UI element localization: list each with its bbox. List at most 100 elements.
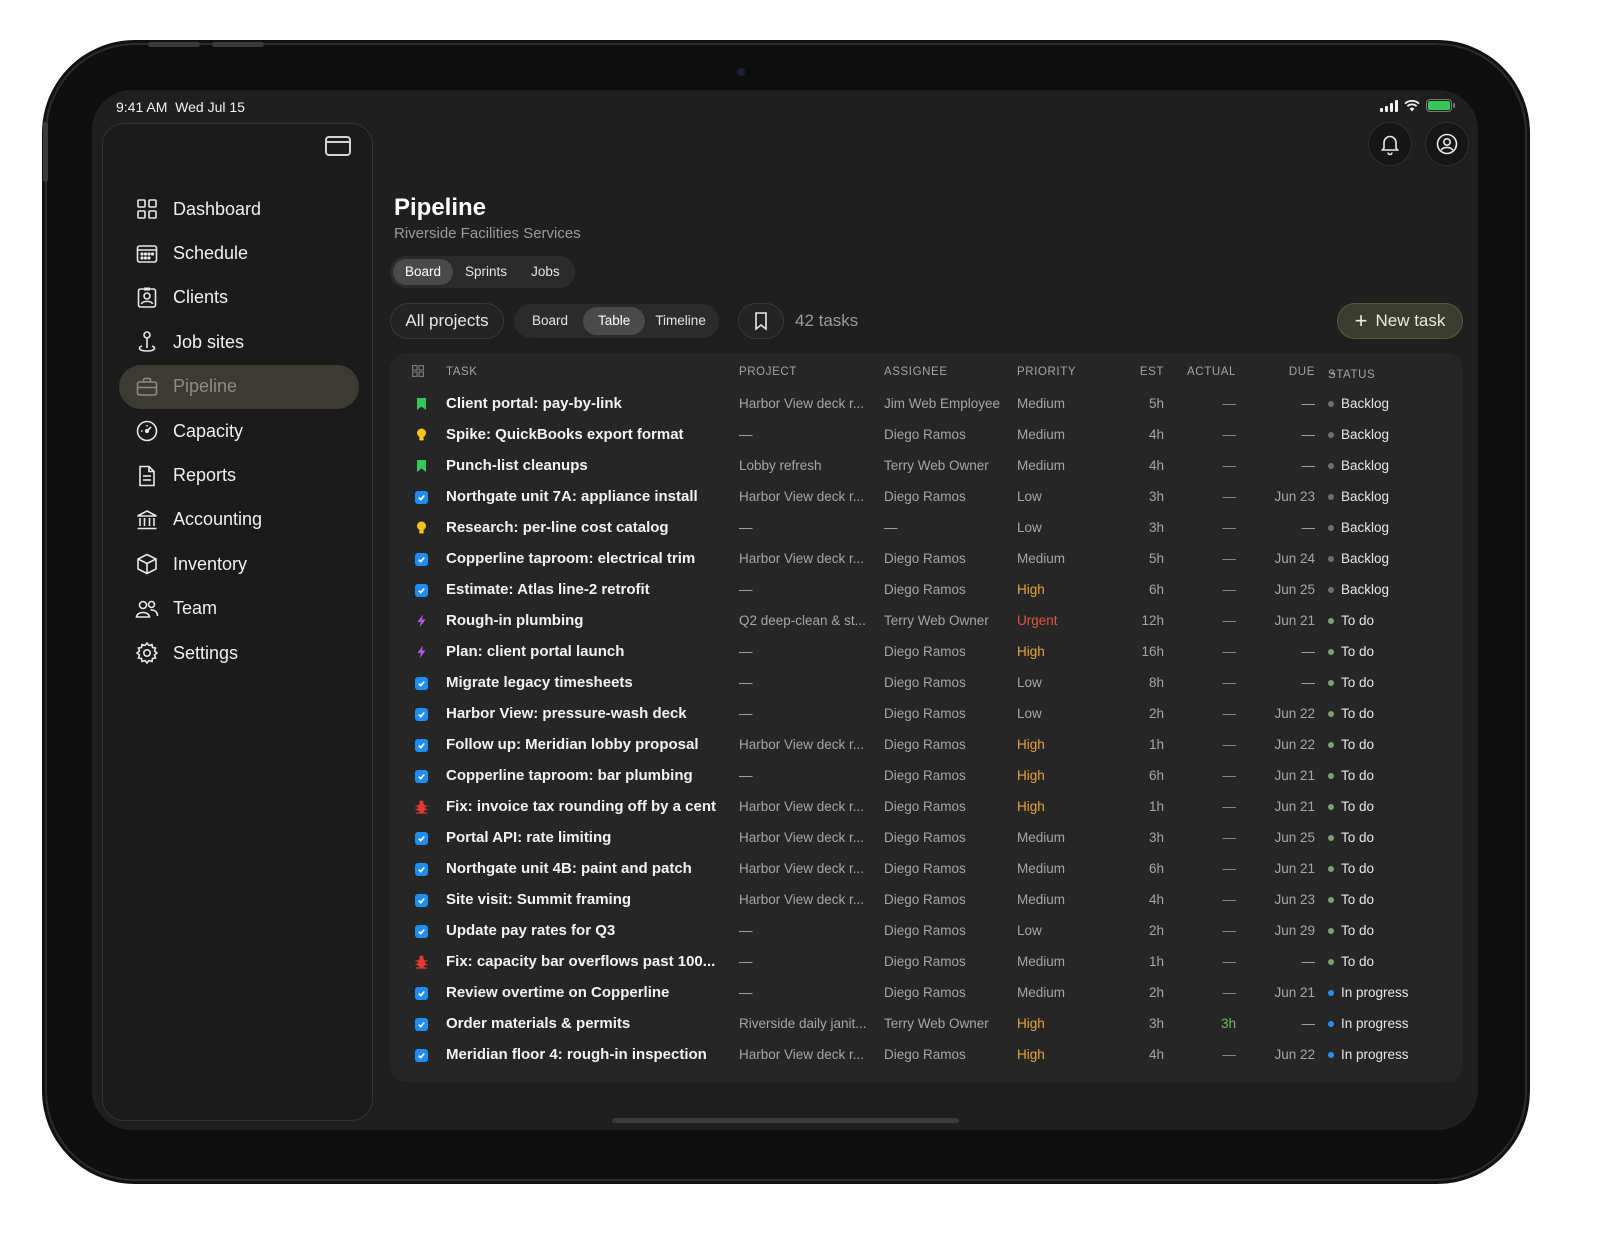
status-dot bbox=[1328, 958, 1334, 965]
task-title[interactable]: Migrate legacy timesheets bbox=[446, 674, 633, 691]
task-title[interactable]: Spike: QuickBooks export format bbox=[446, 426, 684, 443]
column-header-priority[interactable]: PRIORITY bbox=[1017, 366, 1076, 378]
task-title[interactable]: Site visit: Summit framing bbox=[446, 891, 631, 908]
table-row[interactable]: Review overtime on Copperline — Diego Ramo… bbox=[390, 978, 1463, 1009]
task-priority: Low bbox=[1017, 489, 1042, 504]
status-label: To do bbox=[1341, 861, 1375, 876]
table-row[interactable]: Client portal: pay-by-link Harbor View de… bbox=[390, 389, 1463, 420]
sort-ascending-icon: ⌃ bbox=[1328, 371, 1339, 383]
task-title[interactable]: Research: per-line cost catalog bbox=[446, 519, 669, 536]
select-all-icon[interactable] bbox=[412, 365, 425, 380]
new-task-button[interactable]: + New task bbox=[1337, 303, 1463, 339]
table-row[interactable]: Northgate unit 7A: appliance install Harb… bbox=[390, 482, 1463, 513]
sidebar-item-accounting[interactable]: Accounting bbox=[119, 498, 359, 542]
table-row[interactable]: Portal API: rate limiting Harbor View dec… bbox=[390, 823, 1463, 854]
sidebar-item-team[interactable]: Team bbox=[119, 587, 359, 631]
task-title[interactable]: Northgate unit 7A: appliance install bbox=[446, 488, 698, 505]
lightning-icon bbox=[414, 645, 428, 659]
task-title[interactable]: Client portal: pay-by-link bbox=[446, 395, 622, 412]
task-due-date: — bbox=[1301, 458, 1316, 473]
table-row[interactable]: Order materials & permits Riverside daily… bbox=[390, 1009, 1463, 1040]
table-row[interactable]: Research: per-line cost catalog — — Low 3h — —… bbox=[390, 513, 1463, 544]
table-row[interactable]: Update pay rates for Q3 — Diego Ramos Low 2h… bbox=[390, 916, 1463, 947]
task-title[interactable]: Copperline taproom: bar plumbing bbox=[446, 767, 693, 784]
checkbox-task-icon bbox=[414, 831, 428, 845]
task-title[interactable]: Fix: invoice tax rounding off by a cent bbox=[446, 798, 716, 815]
task-actual: — bbox=[1222, 737, 1237, 752]
sidebar-item-job-sites[interactable]: Job sites bbox=[119, 320, 359, 364]
box-icon bbox=[135, 552, 159, 576]
sidebar-item-inventory[interactable]: Inventory bbox=[119, 542, 359, 586]
task-estimate: 4h bbox=[1148, 1047, 1164, 1062]
table-row[interactable]: Site visit: Summit framing Harbor View de… bbox=[390, 885, 1463, 916]
table-row[interactable]: Harbor View: pressure-wash deck — Diego Ra… bbox=[390, 699, 1463, 730]
sidebar-item-reports[interactable]: Reports bbox=[119, 453, 359, 497]
task-title[interactable]: Plan: client portal launch bbox=[446, 643, 624, 660]
sidebar-item-schedule[interactable]: Schedule bbox=[119, 231, 359, 275]
task-status: To do bbox=[1328, 892, 1374, 907]
table-row[interactable]: Follow up: Meridian lobby proposal Harbor… bbox=[390, 730, 1463, 761]
task-assignee: Diego Ramos bbox=[884, 830, 966, 845]
tab-sprints[interactable]: Sprints bbox=[453, 259, 519, 285]
task-title[interactable]: Harbor View: pressure-wash deck bbox=[446, 705, 687, 722]
task-title[interactable]: Follow up: Meridian lobby proposal bbox=[446, 736, 699, 753]
sidebar-item-settings[interactable]: Settings bbox=[119, 631, 359, 675]
table-row[interactable]: Plan: client portal launch — Diego Ramos Hi… bbox=[390, 637, 1463, 668]
sidebar-item-dashboard[interactable]: Dashboard bbox=[119, 187, 359, 231]
gear-icon bbox=[135, 641, 159, 665]
task-assignee: Terry Web Owner bbox=[884, 613, 989, 628]
task-title[interactable]: Update pay rates for Q3 bbox=[446, 922, 615, 939]
saved-views-button[interactable] bbox=[738, 303, 784, 339]
column-header-assignee[interactable]: ASSIGNEE bbox=[884, 366, 948, 378]
view-board[interactable]: Board bbox=[517, 307, 583, 335]
sidebar-item-clients[interactable]: Clients bbox=[119, 276, 359, 320]
sidebar-item-pipeline[interactable]: Pipeline bbox=[119, 364, 359, 409]
task-status: To do bbox=[1328, 768, 1374, 783]
column-header-task[interactable]: TASK bbox=[446, 366, 478, 378]
task-title[interactable]: Northgate unit 4B: paint and patch bbox=[446, 860, 692, 877]
tab-jobs[interactable]: Jobs bbox=[519, 259, 572, 285]
status-label: Backlog bbox=[1341, 427, 1390, 442]
task-title[interactable]: Punch-list cleanups bbox=[446, 457, 588, 474]
task-title[interactable]: Review overtime on Copperline bbox=[446, 984, 669, 1001]
task-project: Harbor View deck r... bbox=[739, 737, 865, 752]
column-header-actual[interactable]: ACTUAL bbox=[1187, 366, 1236, 378]
checkbox-task-icon bbox=[414, 490, 428, 504]
table-row[interactable]: Northgate unit 4B: paint and patch Harbor… bbox=[390, 854, 1463, 885]
task-status: To do bbox=[1328, 675, 1374, 690]
view-table[interactable]: Table bbox=[583, 307, 646, 335]
table-row[interactable]: Rough-in plumbing Q2 deep-clean & st... Te… bbox=[390, 606, 1463, 637]
task-title[interactable]: Copperline taproom: electrical trim bbox=[446, 550, 695, 567]
table-row[interactable]: Spike: QuickBooks export format — Diego Ra… bbox=[390, 420, 1463, 451]
tab-board[interactable]: Board bbox=[393, 259, 454, 285]
project-filter-button[interactable]: All projects bbox=[390, 303, 504, 339]
table-row[interactable]: Punch-list cleanups Lobby refresh Terry We… bbox=[390, 451, 1463, 482]
sidebar-item-capacity[interactable]: Capacity bbox=[119, 409, 359, 453]
task-assignee: Terry Web Owner bbox=[884, 1016, 989, 1031]
task-assignee: Diego Ramos bbox=[884, 954, 966, 969]
task-title[interactable]: Order materials & permits bbox=[446, 1015, 630, 1032]
task-priority: Medium bbox=[1017, 861, 1066, 876]
table-row[interactable]: Meridian floor 4: rough-in inspection Har… bbox=[390, 1040, 1463, 1071]
task-title[interactable]: Estimate: Atlas line-2 retrofit bbox=[446, 581, 650, 598]
task-title[interactable]: Portal API: rate limiting bbox=[446, 829, 611, 846]
task-status: In progress bbox=[1328, 1016, 1409, 1031]
column-header-est[interactable]: EST bbox=[1140, 366, 1164, 378]
column-header-project[interactable]: PROJECT bbox=[739, 366, 797, 378]
table-row[interactable]: Fix: capacity bar overflows past 100... —… bbox=[390, 947, 1463, 978]
table-row[interactable]: Estimate: Atlas line-2 retrofit — Diego Ra… bbox=[390, 575, 1463, 606]
table-row[interactable]: Fix: invoice tax rounding off by a cent H… bbox=[390, 792, 1463, 823]
table-row[interactable]: Migrate legacy timesheets — Diego Ramos Low… bbox=[390, 668, 1463, 699]
task-title[interactable]: Rough-in plumbing bbox=[446, 612, 583, 629]
task-title[interactable]: Meridian floor 4: rough-in inspection bbox=[446, 1046, 707, 1063]
status-label: To do bbox=[1341, 675, 1375, 690]
table-row[interactable]: Copperline taproom: electrical trim Harbo… bbox=[390, 544, 1463, 575]
account-button[interactable] bbox=[1425, 122, 1469, 166]
sidebar-toggle-icon[interactable] bbox=[325, 136, 351, 156]
column-header-due[interactable]: DUE bbox=[1289, 366, 1315, 378]
notifications-button[interactable] bbox=[1368, 122, 1412, 166]
sidebar-item-label: Dashboard bbox=[173, 198, 262, 219]
table-row[interactable]: Copperline taproom: bar plumbing — Diego R… bbox=[390, 761, 1463, 792]
task-title[interactable]: Fix: capacity bar overflows past 100... bbox=[446, 953, 715, 970]
view-timeline[interactable]: Timeline bbox=[645, 307, 716, 335]
